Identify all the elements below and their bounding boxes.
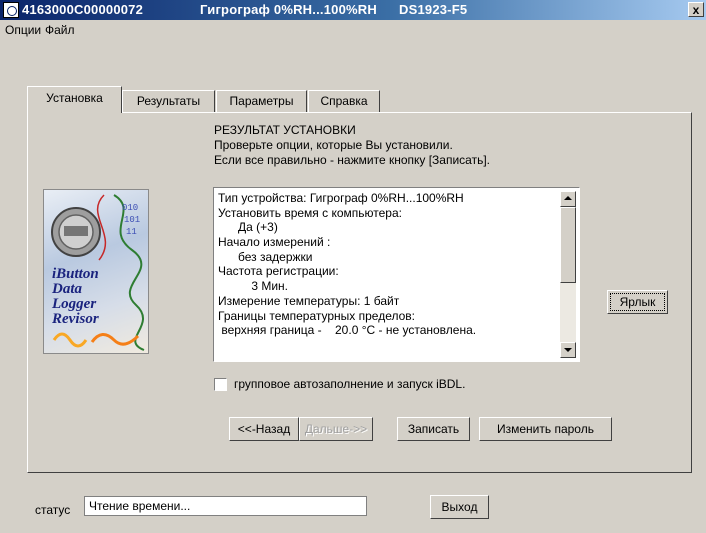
summary-line: Измерение температуры: 1 байт [218,293,400,308]
close-button[interactable]: x [688,2,704,17]
summary-line: Начало измерений : [218,235,331,250]
shortcut-button[interactable]: Ярлык [607,290,668,314]
logo-line-1: iButton [52,266,99,282]
scroll-down-arrow-icon[interactable] [560,342,576,358]
exit-button[interactable]: Выход [430,495,489,519]
setup-instruction-2: Если все правильно - нажмите кнопку [Зап… [214,153,490,167]
scroll-thumb[interactable] [560,207,576,283]
summary-line: без задержки [218,249,313,264]
app-icon [3,2,19,18]
next-button[interactable]: Дальше->> [299,417,373,441]
title-device-model: DS1923-F5 [399,2,468,17]
summary-line: верхняя граница - 20.0 °C - не установле… [218,323,477,338]
svg-text:11: 11 [126,227,137,237]
group-autofill-label: групповое автозаполнение и запуск iBDL. [234,377,466,391]
summary-line: Да (+3) [218,220,278,235]
title-bar: 4163000C00000072 Гигрограф 0%RH...100%RH… [0,0,706,20]
status-label: статус [35,503,71,517]
menu-bar: Опции Файл [0,20,706,40]
tab-results[interactable]: Результаты [122,90,215,113]
summary-line: Тип устройства: Гигрограф 0%RH...100%RH [218,191,464,205]
back-button[interactable]: <<-Назад [229,417,299,441]
summary-line: Частота регистрации: [218,264,339,279]
write-button[interactable]: Записать [397,417,470,441]
menu-options[interactable]: Опции [5,23,41,37]
title-device-id: 4163000C00000072 [22,2,144,17]
tab-help[interactable]: Справка [308,90,380,113]
summary-line: 3 Мин. [218,279,289,294]
status-field: Чтение времени... [84,496,367,516]
group-autofill-checkbox[interactable] [214,378,227,391]
change-password-button[interactable]: Изменить пароль [479,417,612,441]
menu-file[interactable]: Файл [45,23,75,37]
logo-line-3: Logger [52,296,97,312]
title-device-name: Гигрограф 0%RH...100%RH [200,2,377,17]
logo-line-2: Data [52,281,82,297]
svg-text:010: 010 [122,203,138,213]
summary-line: Границы температурных пределов: [218,308,416,323]
tab-setup[interactable]: Установка [27,86,122,113]
scroll-up-arrow-icon[interactable] [560,191,576,207]
setup-heading: РЕЗУЛЬТАТ УСТАНОВКИ [214,123,356,137]
summary-lines: Тип устройства: Гигрограф 0%RH...100%RH У… [218,191,476,338]
setup-instruction-1: Проверьте опции, которые Вы установили. [214,138,453,152]
ibutton-logo-image: 010 101 11 iButton Data Logger Revisor [43,189,149,354]
logo-line-4: Revisor [52,311,99,327]
summary-line: Установить время с компьютера: [218,205,402,220]
tab-parameters[interactable]: Параметры [216,90,307,113]
settings-summary-listbox[interactable]: Тип устройства: Гигрограф 0%RH...100%RH У… [213,187,580,362]
vertical-scrollbar[interactable] [560,191,576,358]
svg-text:101: 101 [124,215,140,225]
